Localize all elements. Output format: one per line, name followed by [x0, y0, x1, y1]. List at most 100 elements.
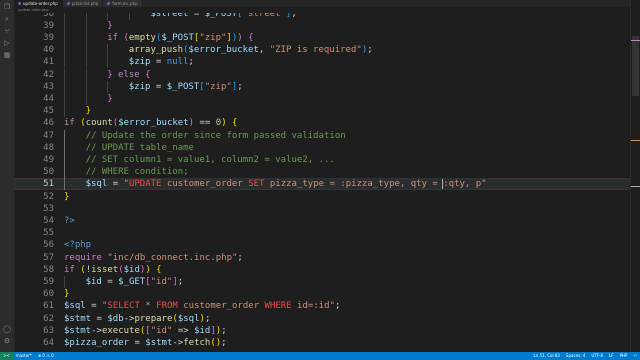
- cursor-position[interactable]: Ln 51, Col 83: [531, 352, 563, 360]
- code-token: $stmt: [145, 337, 173, 348]
- file-encoding[interactable]: UTF-8: [588, 352, 606, 360]
- code-line[interactable]: 64 $pizza_order = $stmt->fetch();: [14, 337, 631, 349]
- code-token: SET: [248, 179, 265, 190]
- code-text: // Update the order since form passed va…: [86, 130, 346, 142]
- tab-update-order[interactable]: update-order.php: [14, 0, 63, 7]
- code-line[interactable]: 55: [14, 227, 631, 239]
- code-text: if (count($error_bucket) == 0) {: [64, 117, 237, 129]
- end-of-line[interactable]: LF: [606, 352, 617, 360]
- code-line[interactable]: 41 $zip = null;: [14, 56, 631, 69]
- scrollbar-thumb[interactable]: [632, 36, 639, 96]
- code-text: array_push($error_bucket, "ZIP is requir…: [129, 44, 373, 56]
- code-token: $id: [194, 325, 211, 336]
- account-icon[interactable]: ◯: [3, 325, 11, 333]
- code-token: require: [64, 252, 102, 263]
- indent-guide: [64, 105, 65, 118]
- code-line[interactable]: 52}: [14, 191, 631, 203]
- remote-indicator[interactable]: ><: [0, 352, 13, 360]
- code-text: ?>: [64, 215, 75, 227]
- problems-indicator[interactable]: ⊗ 0 ⚠ 0: [35, 352, 57, 360]
- code-line[interactable]: 63 $stmt->execute(["id" => $id]);: [14, 325, 631, 337]
- code-line[interactable]: 42} else {: [14, 68, 631, 81]
- line-number: 46: [43, 118, 54, 129]
- code-line[interactable]: 45}: [14, 105, 631, 118]
- code-token: "id": [150, 325, 173, 336]
- code-text: $zip = null;: [129, 56, 194, 68]
- code-token: =: [150, 81, 167, 92]
- vertical-scrollbar[interactable]: [630, 0, 640, 352]
- status-bar-right: Ln 51, Col 83 Spaces: 4 UTF-8 LF PHP ⚇: [531, 352, 640, 360]
- git-branch-indicator[interactable]: master*: [13, 352, 35, 360]
- line-number: 43: [43, 81, 54, 92]
- code-editor[interactable]: 38 $street = $_POST["street"]; 39} 39 if (em…: [14, 0, 631, 352]
- code-token: }: [64, 191, 70, 202]
- indent-guide: [64, 44, 65, 57]
- code-token: UPDATE: [128, 179, 162, 190]
- code-line[interactable]: 54 ?>: [14, 215, 631, 227]
- code-token: $stmt: [64, 313, 92, 324]
- indent-guide: [64, 166, 65, 179]
- line-number: 51: [43, 179, 54, 190]
- code-token: $pizza_order: [64, 337, 130, 348]
- code-line[interactable]: 48 // UPDATE table_name: [14, 141, 631, 154]
- settings-gear-icon[interactable]: ⚙: [3, 337, 11, 345]
- indent-guide: [85, 92, 87, 106]
- code-line[interactable]: 47 // Update the order since form passed …: [14, 129, 631, 142]
- code-token: $sql: [85, 179, 108, 190]
- indentation-setting[interactable]: Spaces: 4: [563, 352, 588, 360]
- code-token: =>: [172, 325, 195, 336]
- code-line[interactable]: 44}: [14, 92, 631, 106]
- debug-icon[interactable]: ▷: [3, 39, 11, 47]
- overview-ruler-mark: [631, 40, 640, 41]
- line-number: 58: [43, 264, 54, 275]
- code-text: // SET column1 = value1, column2 = value…: [86, 154, 335, 166]
- indent-guide: [85, 56, 87, 69]
- tab-pizza-list[interactable]: pizza-list.php: [62, 0, 104, 7]
- tab-label: form.inc.php: [112, 1, 138, 6]
- line-number: 48: [43, 142, 54, 153]
- code-line[interactable]: 62 $stmt = $db->prepare($sql);: [14, 313, 631, 325]
- code-text: $stmt = $db->prepare($sql);: [64, 313, 210, 325]
- indent-guide: [64, 80, 65, 93]
- code-line[interactable]: 56 <?php: [14, 239, 631, 251]
- line-number: 40: [43, 45, 54, 56]
- code-line[interactable]: 40 array_push($error_bucket, "ZIP is requ…: [14, 44, 631, 57]
- line-number: 39: [43, 32, 54, 43]
- feedback-icon[interactable]: ⚇: [630, 352, 640, 360]
- indent-guide: [64, 153, 65, 167]
- code-line[interactable]: 58 if (!isset($id)) {: [14, 264, 631, 276]
- extensions-icon[interactable]: ▦: [3, 51, 11, 59]
- code-text: $sql = "SELECT * FROM customer_order WHE…: [64, 300, 340, 312]
- code-line-current[interactable]: 51 $sql = "UPDATE customer_order SET pizz…: [14, 178, 631, 191]
- code-token: "zip": [204, 81, 232, 92]
- language-mode[interactable]: PHP: [617, 352, 631, 360]
- code-text: $pizza_order = $stmt->fetch();: [64, 337, 227, 349]
- code-token: WHERE: [264, 301, 292, 312]
- tab-form-inc[interactable]: form.inc.php: [103, 0, 143, 7]
- code-line[interactable]: 53: [14, 203, 631, 215]
- code-line[interactable]: 57 require "inc/db_connect.inc.php";: [14, 252, 631, 264]
- search-icon[interactable]: ⌕: [3, 15, 11, 23]
- explorer-icon[interactable]: ❐: [3, 3, 11, 11]
- code-line[interactable]: 46 if (count($error_bucket) == 0) {: [14, 117, 631, 129]
- code-line[interactable]: 43 $zip = $_POST["zip"];: [14, 80, 631, 93]
- line-number: 39: [43, 20, 54, 31]
- text-cursor: [442, 179, 443, 190]
- code-token: =: [107, 179, 124, 190]
- code-line[interactable]: 50 // WHERE condition;: [14, 166, 631, 179]
- tab-label: pizza-list.php: [71, 1, 99, 6]
- code-token: $db: [107, 313, 124, 324]
- code-line[interactable]: 49 // SET column1 = value1, column2 = val…: [14, 153, 631, 167]
- code-line[interactable]: 39 if (empty($_POST["zip"])) {: [14, 31, 631, 45]
- code-token: ;: [188, 57, 194, 68]
- breadcrumb[interactable]: update-order.php: [14, 7, 640, 13]
- code-line[interactable]: 39}: [14, 19, 631, 32]
- code-line[interactable]: 61 $sql = "SELECT * FROM customer_order W…: [14, 300, 631, 312]
- code-token: ?>: [64, 215, 75, 226]
- code-token: =: [150, 57, 167, 68]
- code-text: }: [107, 20, 112, 32]
- source-control-icon[interactable]: ⑂: [3, 27, 11, 35]
- code-line[interactable]: 60}: [14, 288, 631, 300]
- code-line[interactable]: 59 $id = $_GET["id"];: [14, 275, 631, 289]
- code-text: } else {: [107, 69, 150, 81]
